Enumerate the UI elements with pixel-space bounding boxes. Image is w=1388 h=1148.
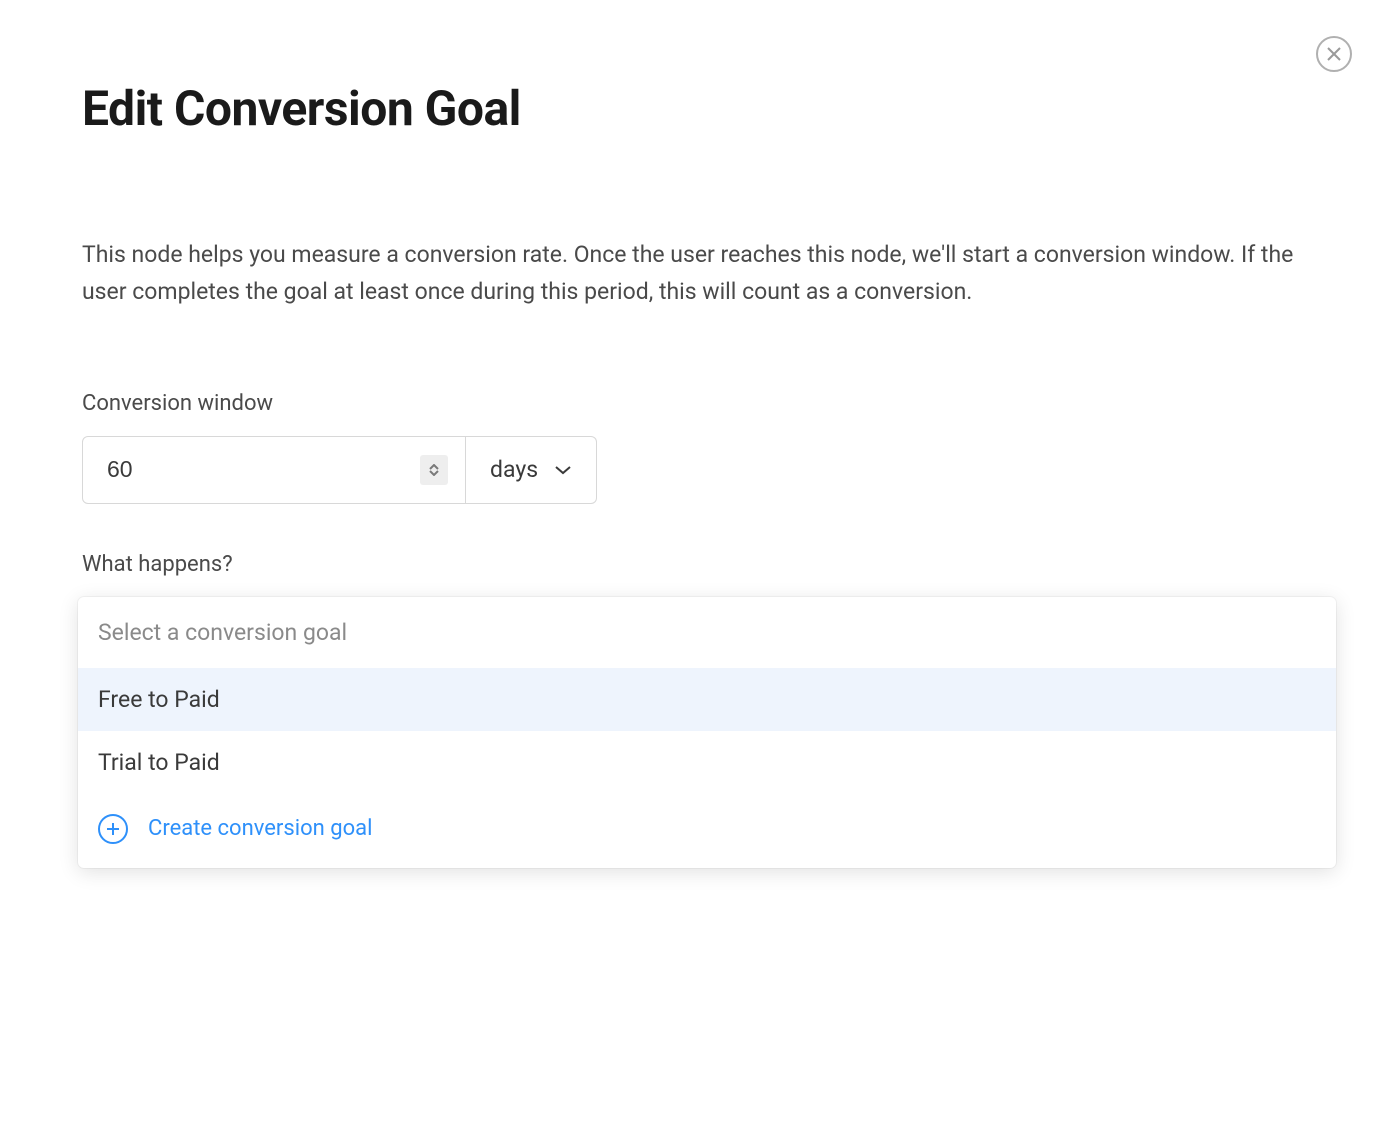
dropdown-panel: Select a conversion goal Free to Paid Tr… [78,597,1336,868]
conversion-window-row: days [82,436,1306,504]
unit-select-value: days [490,456,538,483]
goal-section-label: What happens? [82,552,1306,577]
conversion-window-label: Conversion window [82,391,1306,416]
create-conversion-goal-button[interactable]: Create conversion goal [78,794,1336,868]
number-stepper[interactable] [420,455,448,485]
plus-circle-icon [98,814,128,844]
modal-container: Edit Conversion Goal This node helps you… [0,0,1388,577]
modal-description: This node helps you measure a conversion… [82,237,1306,311]
chevron-down-icon [554,465,572,475]
dropdown-option-free-to-paid[interactable]: Free to Paid [78,668,1336,731]
close-button[interactable] [1316,36,1352,72]
number-input-wrapper [82,436,466,504]
dropdown-placeholder: Select a conversion goal [78,597,1336,668]
chevron-down-icon [429,470,439,476]
conversion-window-input[interactable] [82,436,466,504]
close-icon [1327,47,1341,61]
dropdown-option-trial-to-paid[interactable]: Trial to Paid [78,731,1336,794]
modal-title: Edit Conversion Goal [82,80,1306,137]
create-conversion-goal-label: Create conversion goal [148,816,372,841]
unit-select[interactable]: days [466,436,597,504]
